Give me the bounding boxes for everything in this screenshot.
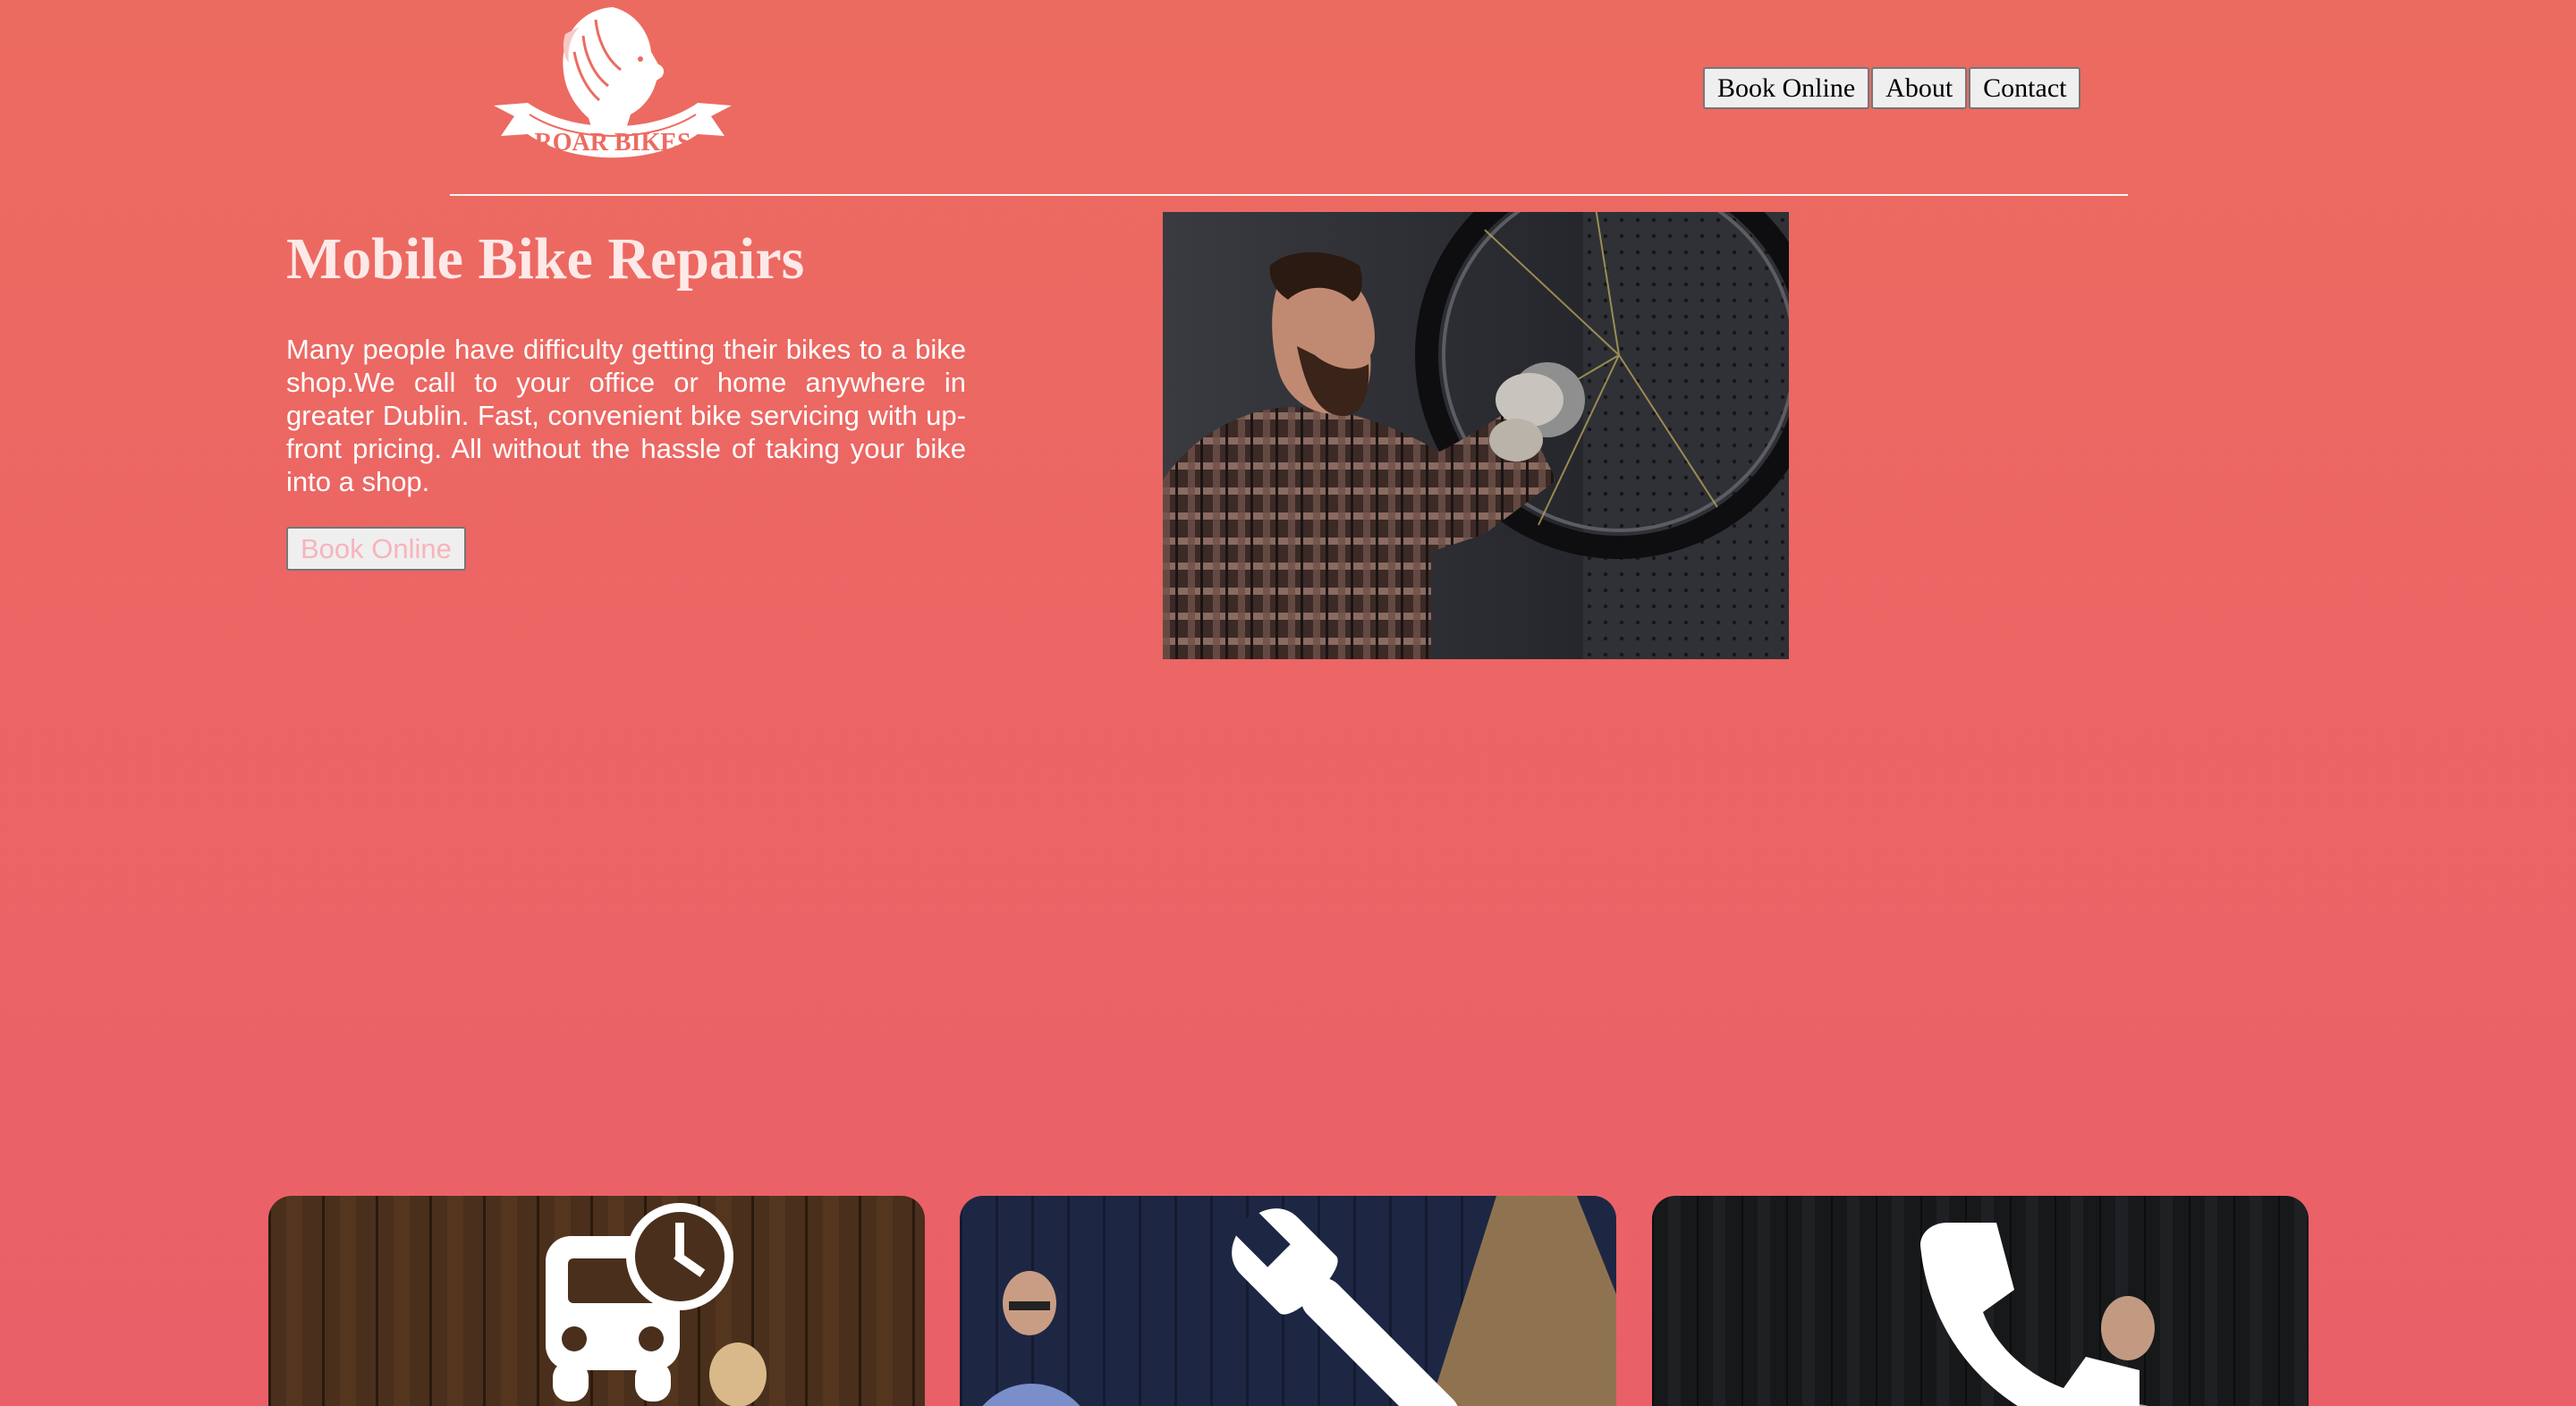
logo-text: ROAR BIKES [534,129,691,157]
wood-panel-woman-photo [268,1196,925,1406]
header-divider [450,194,2128,196]
hero-book-online-button[interactable]: Book Online [286,527,466,571]
hero-description: Many people have difficulty getting thei… [286,334,966,497]
hero-title: Mobile Bike Repairs [286,226,805,292]
feature-card-contact[interactable] [1652,1196,2309,1406]
nav-book-online-button[interactable]: Book Online [1703,67,1870,109]
nav-about-button[interactable]: About [1871,67,1968,109]
brand-logo[interactable]: ROAR BIKES [474,0,751,174]
main-nav: Book Online About Contact [1703,67,2081,109]
feature-card-repairs[interactable] [960,1196,1616,1406]
feature-card-mobile-service[interactable] [268,1196,925,1406]
lion-head-icon: ROAR BIKES [494,7,732,158]
dark-wood-man-photo [1652,1196,2309,1406]
nav-contact-button[interactable]: Contact [1969,67,2081,109]
hero-mechanic-photo [1163,212,1789,659]
blue-wall-man-photo [960,1196,1616,1406]
